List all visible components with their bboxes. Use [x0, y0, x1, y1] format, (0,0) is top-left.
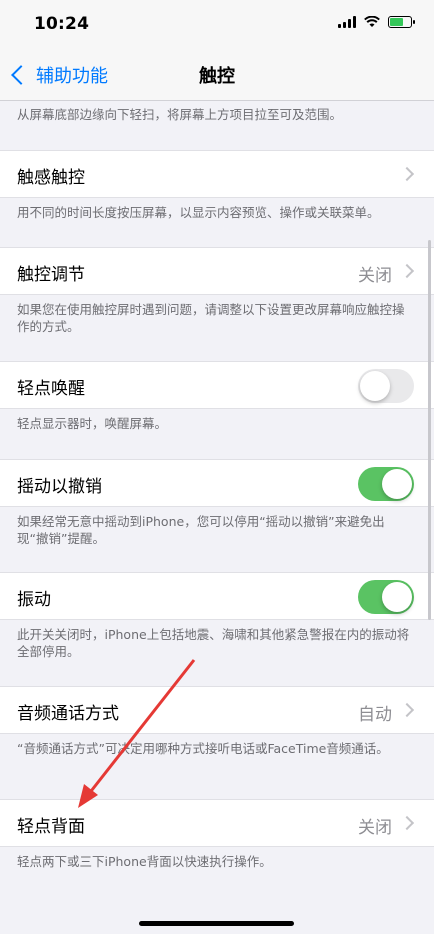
- annotation-arrow: [78, 659, 196, 808]
- home-indicator[interactable]: [139, 921, 294, 926]
